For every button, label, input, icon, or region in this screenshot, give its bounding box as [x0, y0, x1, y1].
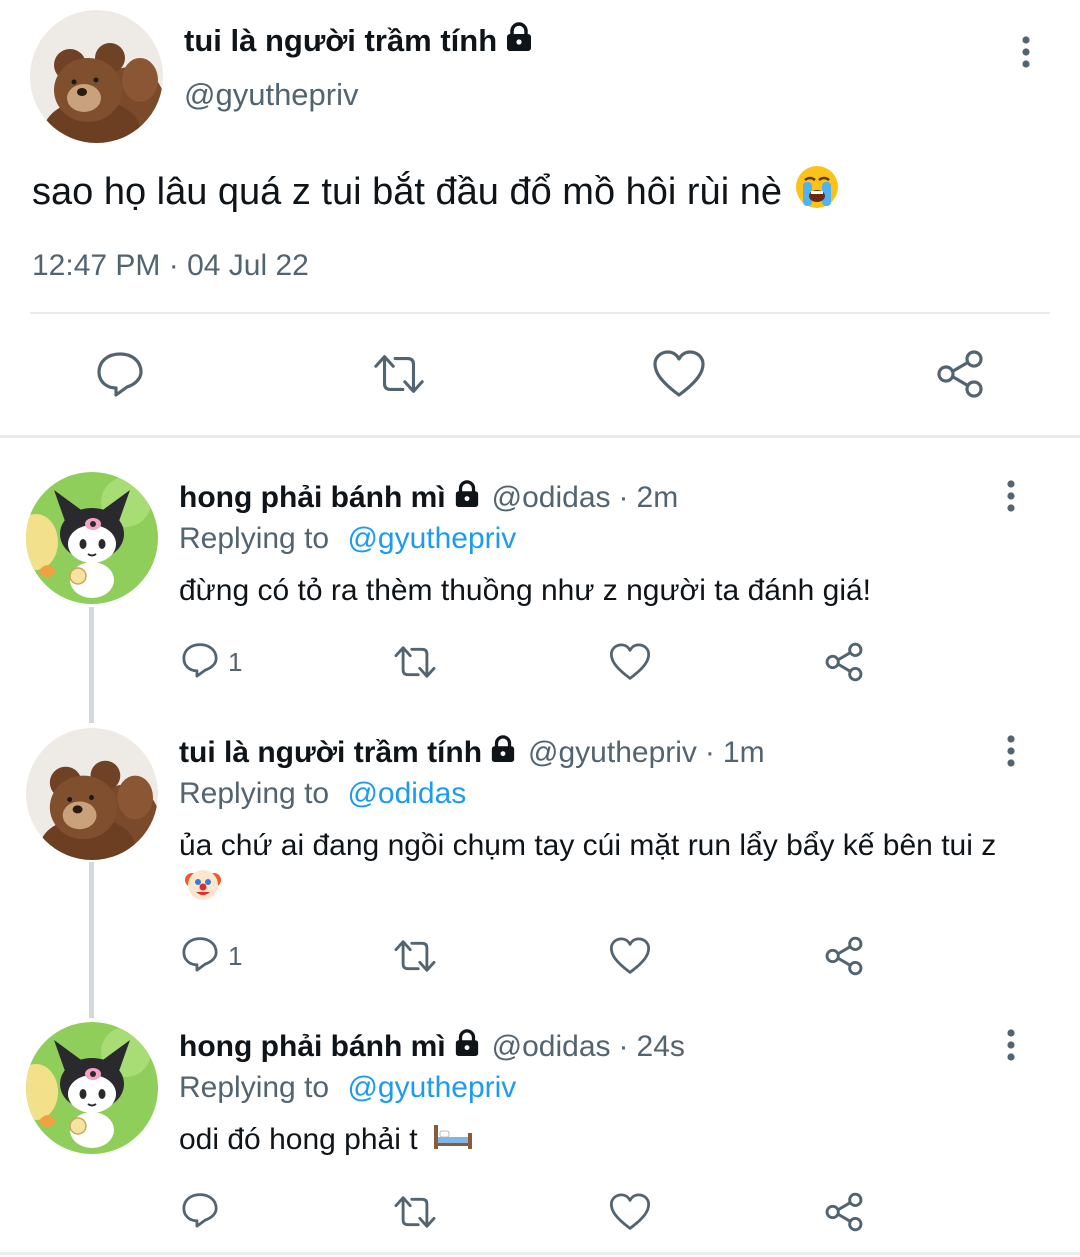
- share-icon[interactable]: [823, 1190, 865, 1234]
- retweet-icon[interactable]: [371, 346, 427, 402]
- reply-header: tui là người trầm tính @gyuthepriv · 1m: [179, 735, 765, 771]
- reply-icon[interactable]: [180, 640, 220, 685]
- avatar-kuromi[interactable]: [26, 472, 158, 604]
- more-vertical-icon[interactable]: [1010, 34, 1042, 70]
- display-name-text[interactable]: tui là người trầm tính: [184, 23, 497, 59]
- reply-button[interactable]: 1: [180, 640, 242, 684]
- main-tweet: tui là người trầm tính @gyuthepriv sao h…: [0, 0, 1080, 436]
- replying-to: Replying to @gyuthepriv: [179, 1071, 516, 1105]
- avatar-teddy-bear[interactable]: [30, 10, 163, 143]
- reply-button[interactable]: 1: [180, 934, 242, 978]
- more-vertical-icon[interactable]: [996, 478, 1026, 514]
- bed-emoji: [432, 1121, 474, 1162]
- handle[interactable]: @gyuthepriv: [528, 736, 697, 770]
- more-vertical-icon[interactable]: [996, 733, 1026, 769]
- separator-dot: ·: [704, 736, 715, 769]
- handle[interactable]: @odidas: [492, 481, 611, 515]
- tweet-text-content: sao họ lâu quá z tui bắt đầu đổ mồ hôi r…: [32, 170, 782, 213]
- heart-icon[interactable]: [651, 346, 707, 402]
- reply-button[interactable]: [180, 1190, 228, 1234]
- replying-to-label: Replying to: [179, 1071, 330, 1104]
- display-name[interactable]: tui là người trầm tính: [184, 22, 533, 60]
- replying-to: Replying to @odidas: [179, 777, 466, 811]
- replying-to: Replying to @gyuthepriv: [179, 522, 516, 556]
- reply-tweet: hong phải bánh mì @odidas · 2m Replying …: [0, 440, 1080, 720]
- reply-text: odi đó hong phải t: [179, 1120, 1009, 1162]
- divider: [30, 312, 1050, 314]
- reply-timestamp[interactable]: 1m: [723, 736, 765, 770]
- reply-text: đừng có tỏ ra thèm thuồng như z người ta…: [179, 574, 872, 607]
- share-icon[interactable]: [823, 640, 865, 684]
- clown-face-emoji: [185, 866, 221, 913]
- tweet-text: sao họ lâu quá z tui bắt đầu đổ mồ hôi r…: [32, 164, 840, 220]
- reply-text-content: ủa chứ ai đang ngồi chụm tay cúi mặt run…: [179, 829, 997, 862]
- separator-dot: ·: [618, 481, 629, 514]
- mention-link[interactable]: @odidas: [347, 777, 466, 810]
- reply-text: ủa chứ ai đang ngồi chụm tay cúi mặt run…: [179, 826, 1009, 913]
- lock-icon: [505, 22, 533, 60]
- replying-to-label: Replying to: [179, 522, 330, 555]
- mention-link[interactable]: @gyuthepriv: [347, 522, 516, 555]
- lock-icon: [454, 480, 480, 516]
- avatar-teddy-bear[interactable]: [26, 728, 158, 860]
- reply-header: hong phải bánh mì @odidas · 2m: [179, 480, 678, 516]
- reply-count: 1: [228, 940, 243, 971]
- more-vertical-icon[interactable]: [996, 1027, 1026, 1063]
- share-icon[interactable]: [932, 346, 988, 402]
- display-name[interactable]: tui là người trầm tính: [179, 736, 482, 770]
- retweet-icon[interactable]: [392, 1190, 438, 1234]
- section-separator: [0, 435, 1080, 438]
- display-name[interactable]: hong phải bánh mì: [179, 481, 446, 515]
- separator-dot: ·: [618, 1030, 629, 1063]
- retweet-icon[interactable]: [392, 640, 438, 684]
- heart-icon[interactable]: [609, 934, 651, 978]
- avatar-kuromi[interactable]: [26, 1022, 158, 1154]
- handle[interactable]: @odidas: [492, 1030, 611, 1064]
- reply-icon[interactable]: [92, 346, 148, 402]
- replying-to-label: Replying to: [179, 777, 330, 810]
- heart-icon[interactable]: [609, 1190, 651, 1234]
- heart-icon[interactable]: [609, 640, 651, 684]
- lock-icon: [490, 735, 516, 771]
- reply-text-content: odi đó hong phải t: [179, 1123, 418, 1156]
- mention-link[interactable]: @gyuthepriv: [347, 1071, 516, 1104]
- retweet-icon[interactable]: [392, 934, 438, 978]
- reply-tweet: tui là người trầm tính @gyuthepriv · 1m …: [0, 720, 1080, 1020]
- reply-timestamp[interactable]: 2m: [637, 481, 679, 515]
- reply-count: 1: [228, 646, 243, 677]
- reply-header: hong phải bánh mì @odidas · 24s: [179, 1029, 685, 1065]
- reply-icon[interactable]: [180, 1190, 220, 1235]
- reply-tweet: hong phải bánh mì @odidas · 24s Replying…: [0, 1020, 1080, 1252]
- share-icon[interactable]: [823, 934, 865, 978]
- display-name[interactable]: hong phải bánh mì: [179, 1030, 446, 1064]
- lock-icon: [454, 1029, 480, 1065]
- reply-icon[interactable]: [180, 934, 220, 979]
- reply-timestamp[interactable]: 24s: [637, 1030, 685, 1064]
- divider: [0, 1252, 1080, 1255]
- loudly-crying-face-emoji: [794, 164, 840, 220]
- tweet-timestamp[interactable]: 12:47 PM · 04 Jul 22: [32, 249, 309, 283]
- handle[interactable]: @gyuthepriv: [184, 77, 359, 113]
